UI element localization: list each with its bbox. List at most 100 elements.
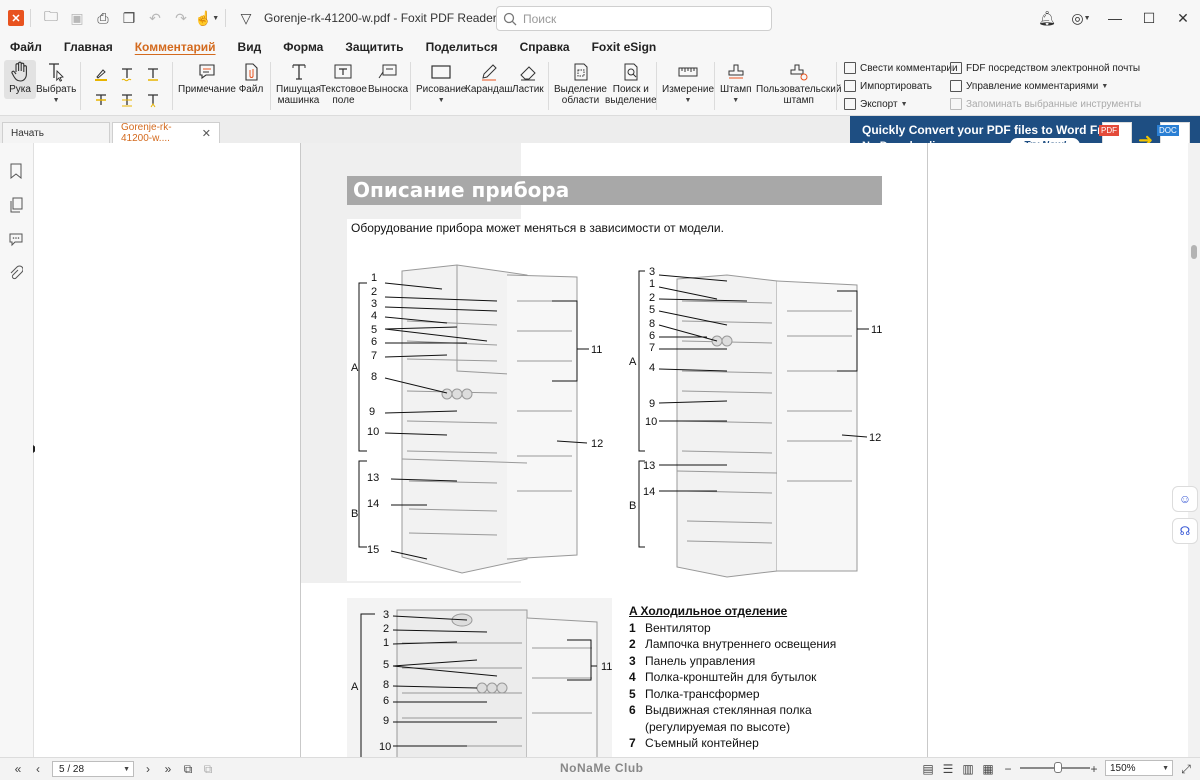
support-headset-icon[interactable]: ☊: [1172, 518, 1198, 544]
highlight-button[interactable]: [88, 62, 114, 86]
menu-foxit-esign[interactable]: Foxit eSign: [592, 40, 657, 54]
maximize-icon[interactable]: ☐: [1132, 0, 1166, 36]
textbox-button[interactable]: Текстовое поле: [320, 60, 367, 106]
zoom-value: 150%: [1110, 762, 1136, 774]
ad-line-1: Quickly Convert your PDF files to Word F…: [862, 123, 1119, 137]
page-number-field[interactable]: 5 / 28 ▼: [52, 761, 134, 777]
ai-assistant-icon[interactable]: ☺: [1172, 486, 1198, 512]
underline-text-button[interactable]: [140, 62, 166, 86]
eraser-button[interactable]: Ластик: [512, 60, 544, 95]
fullscreen-icon[interactable]: ⤢: [1176, 759, 1196, 779]
typewriter-button[interactable]: Пишущая машинка: [276, 60, 321, 106]
menu-comment[interactable]: Комментарий: [135, 40, 216, 54]
insert-text-button[interactable]: [140, 88, 166, 112]
squiggly-text-button[interactable]: [114, 62, 140, 86]
menu-form[interactable]: Форма: [283, 40, 323, 54]
zoom-level-field[interactable]: 150% ▼: [1105, 760, 1173, 776]
export-button[interactable]: Экспорт ▼: [844, 98, 908, 110]
account-icon[interactable]: ◎ ▼: [1064, 0, 1098, 36]
paste-pages-icon[interactable]: ⧉: [198, 759, 218, 779]
manage-comments-button[interactable]: Управление комментариями ▼: [950, 80, 1108, 92]
drawing-button[interactable]: Рисование ▼: [416, 60, 466, 106]
menu-file[interactable]: Файл: [10, 40, 42, 54]
fig3-label-9: 9: [383, 715, 389, 727]
chevron-down-icon: ▼: [1101, 82, 1109, 90]
fig2-label-5: 5: [649, 304, 655, 316]
select-tool-button[interactable]: Выбрать ▼: [36, 60, 76, 106]
notifications-bell-icon[interactable]: 🔔︎: [1030, 0, 1064, 36]
zoom-in-icon[interactable]: +: [1084, 759, 1104, 779]
callout-button[interactable]: Выноска: [368, 60, 408, 95]
fdf-email-button[interactable]: FDF посредством электронной почты: [950, 62, 1140, 74]
minimize-icon[interactable]: —: [1098, 0, 1132, 36]
single-page-view-icon[interactable]: ▤: [918, 759, 938, 779]
chevron-down-icon: ▼: [437, 97, 445, 104]
last-page-icon[interactable]: »: [158, 759, 178, 779]
import-icon: [844, 80, 856, 92]
zoom-out-icon[interactable]: −: [998, 759, 1018, 779]
menu-view[interactable]: Вид: [238, 40, 262, 54]
typewriter-label-2: машинка: [277, 95, 320, 106]
menu-help[interactable]: Справка: [520, 40, 570, 54]
replace-text-button[interactable]: [114, 88, 140, 112]
menu-home[interactable]: Главная: [64, 40, 113, 54]
print-icon[interactable]: ⎙: [91, 6, 115, 30]
tab-document[interactable]: Gorenje-rk-41200-w.... ✕: [112, 122, 220, 144]
text-t-icon: [114, 62, 140, 86]
measure-button[interactable]: Измерение ▼: [662, 60, 714, 106]
fig1-label-2: 2: [371, 286, 377, 298]
custom-stamp-button[interactable]: Пользовательский штамп: [756, 60, 841, 106]
highlighter-icon: [88, 62, 114, 86]
select-text-icon: [43, 60, 69, 84]
pdf-page: Описание прибора Оборудование прибора мо…: [300, 143, 928, 757]
vertical-scrollbar[interactable]: [1188, 143, 1200, 757]
fig3-label-6: 6: [383, 695, 389, 707]
divider: [656, 62, 657, 110]
fig2-label-6: 6: [649, 330, 655, 342]
foxit-logo-icon[interactable]: ✕: [8, 10, 24, 26]
continuous-view-icon[interactable]: ☰: [938, 759, 958, 779]
pages-icon[interactable]: [8, 197, 24, 213]
remember-tools-button[interactable]: Запоминать выбранные инструменты: [950, 98, 1141, 110]
callout-label: Выноска: [368, 84, 409, 95]
zoom-slider-handle[interactable]: [1054, 762, 1062, 773]
pencil-button[interactable]: Карандаш: [465, 60, 512, 95]
close-icon[interactable]: ✕: [1166, 0, 1200, 36]
stamp-button[interactable]: Штамп ▼: [720, 60, 751, 106]
strikeout-text-button[interactable]: [88, 88, 114, 112]
tab-start[interactable]: Начать: [2, 122, 110, 143]
area-highlight-button[interactable]: Выделение области: [554, 60, 607, 106]
next-page-icon[interactable]: ›: [138, 759, 158, 779]
chevron-down-icon: ▼: [52, 97, 60, 104]
bookmark-icon[interactable]: [8, 163, 24, 179]
hand-tool-quick-icon[interactable]: ☝ ▼: [195, 6, 219, 30]
search-highlight-button[interactable]: Поиск и выделение: [605, 60, 657, 106]
page-heading: Описание прибора: [347, 176, 882, 205]
menu-share[interactable]: Поделиться: [426, 40, 498, 54]
copy-pages-icon[interactable]: ⧉: [178, 759, 198, 779]
facing-view-icon[interactable]: ▥: [958, 759, 978, 779]
new-document-icon[interactable]: ❐: [117, 6, 141, 30]
hand-tool-button[interactable]: Рука: [4, 60, 36, 99]
save-icon[interactable]: ▣: [65, 6, 89, 30]
menu-protect[interactable]: Защитить: [345, 40, 403, 54]
attachments-icon[interactable]: [8, 265, 24, 281]
close-tab-icon[interactable]: ✕: [202, 127, 211, 140]
redo-icon[interactable]: ↷: [169, 6, 193, 30]
legend-number: 5: [629, 686, 636, 701]
undo-icon[interactable]: ↶: [143, 6, 167, 30]
continuous-facing-view-icon[interactable]: ▦: [978, 759, 998, 779]
fig2-label-7: 7: [649, 342, 655, 354]
scrollbar-thumb[interactable]: [1191, 245, 1197, 259]
previous-page-icon[interactable]: ‹: [28, 759, 48, 779]
first-page-icon[interactable]: «: [8, 759, 28, 779]
customize-quick-access-icon[interactable]: ▽: [234, 6, 258, 30]
summarize-comments-button[interactable]: Свести комментарии: [844, 62, 958, 74]
search-box[interactable]: Поиск: [496, 6, 772, 31]
file-attachment-button[interactable]: Файл: [238, 60, 264, 95]
note-button[interactable]: Примечание: [178, 60, 236, 95]
area-highlight-icon: [568, 60, 594, 84]
comments-panel-icon[interactable]: [8, 231, 24, 247]
open-folder-icon[interactable]: 🗀: [39, 6, 63, 30]
import-button[interactable]: Импортировать: [844, 80, 932, 92]
